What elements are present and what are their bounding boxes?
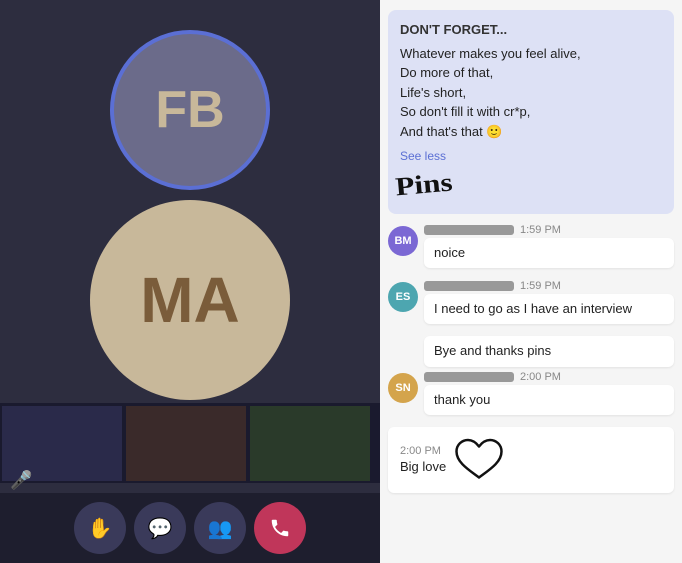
pinned-message: DON'T FORGET... Whatever makes you feel … xyxy=(388,10,674,214)
big-love-time: 2:00 PM xyxy=(400,445,446,457)
name-redacted-bm xyxy=(424,225,514,235)
big-love-text-block: 2:00 PM Big love xyxy=(400,445,446,474)
pins-signature: Pins xyxy=(394,163,454,207)
end-call-button[interactable] xyxy=(254,502,306,554)
chat-header-bm: 1:59 PM xyxy=(424,224,674,236)
chat-header-sn: 2:00 PM xyxy=(424,371,674,383)
pinned-line4: So don't fill it with cr*p, xyxy=(400,102,662,122)
big-love-text: Big love xyxy=(400,459,446,474)
chat-big-love-container: 2:00 PM Big love xyxy=(388,427,674,497)
avatar-sn: SN xyxy=(388,373,418,403)
thumbnail-3 xyxy=(250,406,370,481)
chat-bubble-bm: noice xyxy=(424,238,674,268)
mic-off-badge: 🎤 xyxy=(10,470,32,491)
avatar-ma: MA xyxy=(90,200,290,400)
pinned-line2: Do more of that, xyxy=(400,63,662,83)
chat-button[interactable]: 💬 xyxy=(134,502,186,554)
name-redacted-sn xyxy=(424,372,514,382)
chat-bubble-sn-thanks: thank you xyxy=(424,385,674,415)
see-less-link[interactable]: See less xyxy=(400,147,662,165)
chat-time-bm: 1:59 PM xyxy=(520,224,561,236)
avatar-fb: FB xyxy=(110,30,270,190)
name-redacted-es xyxy=(424,281,514,291)
raise-hand-button[interactable]: ✋ xyxy=(74,502,126,554)
chat-panel: DON'T FORGET... Whatever makes you feel … xyxy=(380,0,682,563)
thumbnail-strip xyxy=(0,403,380,483)
chat-time-es: 1:59 PM xyxy=(520,280,561,292)
pinned-line5: And that's that 🙂 xyxy=(400,122,662,142)
chat-content-bm: 1:59 PM noice xyxy=(424,224,674,272)
call-toolbar: ✋ 💬 👥 xyxy=(0,493,380,563)
chat-content-sn: 2:00 PM thank you xyxy=(424,371,674,419)
heart-icon xyxy=(454,435,504,485)
chat-message-sn: SN 2:00 PM thank you xyxy=(388,371,674,419)
chat-message-es: ES 1:59 PM I need to go as I have an int… xyxy=(388,280,674,328)
chat-bubble-es-interview: I need to go as I have an interview xyxy=(424,294,674,324)
chat-header-es: 1:59 PM xyxy=(424,280,674,292)
avatar-es: ES xyxy=(388,282,418,312)
pinned-line3: Life's short, xyxy=(400,83,662,103)
pinned-line1: Whatever makes you feel alive, xyxy=(400,44,662,64)
avatar-bm: BM xyxy=(388,226,418,256)
chat-bubble-big-love: 2:00 PM Big love xyxy=(388,427,674,493)
chat-content-es: 1:59 PM I need to go as I have an interv… xyxy=(424,280,674,328)
video-call-panel: FB MA 🎤 ✋ 💬 👥 xyxy=(0,0,380,563)
thumbnail-2 xyxy=(126,406,246,481)
chat-message-bm-noice: BM 1:59 PM noice xyxy=(388,224,674,272)
chat-bubble-es-bye: Bye and thanks pins xyxy=(424,336,674,366)
chat-time-sn: 2:00 PM xyxy=(520,371,561,383)
people-button[interactable]: 👥 xyxy=(194,502,246,554)
pinned-header: DON'T FORGET... xyxy=(400,20,662,40)
